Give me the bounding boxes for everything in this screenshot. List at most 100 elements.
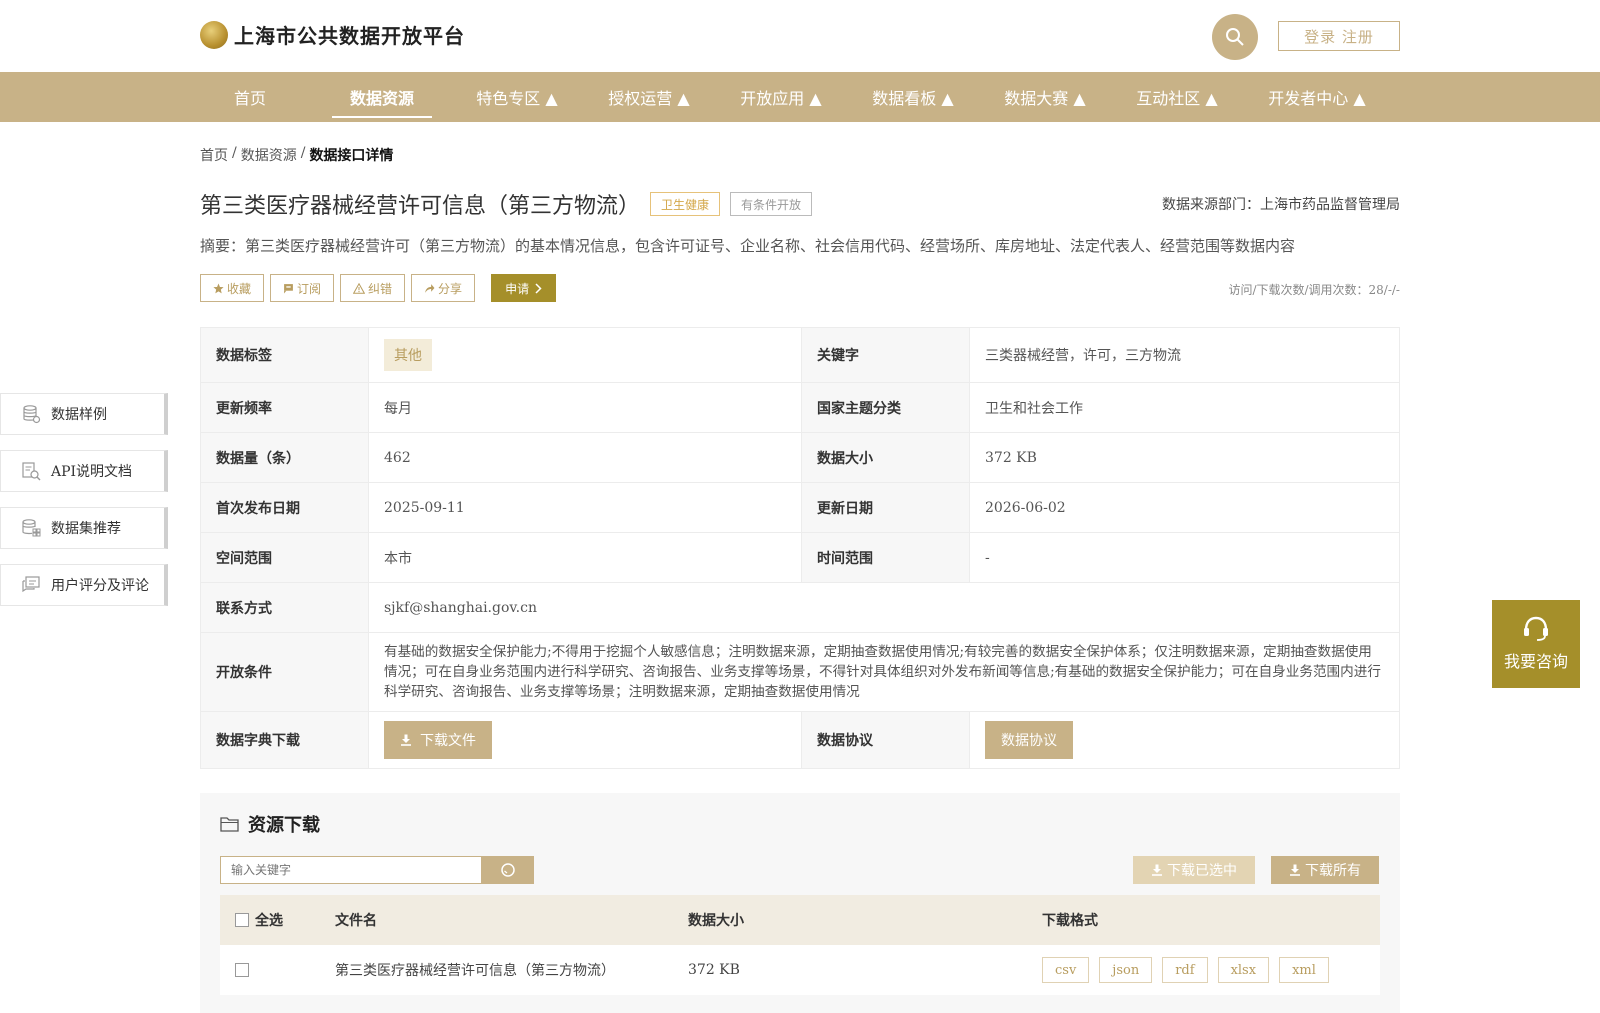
info-row: 数据标签 其他 关键字 三类器械经营，许可，三方物流 [200, 327, 1400, 383]
spatial-range-value: 本市 [368, 532, 802, 583]
report-label: 纠错 [368, 281, 393, 296]
nav-item-special-zone[interactable]: 特色专区 ▲ [462, 72, 572, 122]
breadcrumb-resources[interactable]: 数据资源 [241, 145, 297, 165]
theme-value: 卫生和社会工作 [969, 382, 1400, 433]
open-condition-label: 开放条件 [200, 632, 369, 712]
info-row: 数据量（条） 462 数据大小 372 KB [200, 432, 1400, 483]
side-item-label: API说明文档 [51, 464, 133, 480]
table-row: 第三类医疗器械经营许可信息（第三方物流） 372 KB csv json rdf… [220, 945, 1380, 995]
subscribe-label: 订阅 [297, 281, 322, 296]
data-protocol-button[interactable]: 数据协议 [985, 721, 1073, 759]
format-csv-button[interactable]: csv [1042, 957, 1090, 983]
row-select-cell [235, 945, 255, 995]
resource-download-panel: 资源下载 下载已选中 下载所有 全选 文件名 数据大小 下载格式 第三类医疗器械… [200, 793, 1400, 1013]
update-date-label: 更新日期 [801, 482, 970, 533]
data-size-value: 372 KB [969, 432, 1400, 483]
resource-search-button[interactable] [482, 856, 534, 884]
visit-count: 访问/下载次数/调用次数：28/-/- [1228, 283, 1400, 297]
side-item-ratings-comments[interactable]: 用户评分及评论 [0, 564, 168, 606]
download-selected-label: 下载已选中 [1167, 863, 1237, 879]
info-row: 首次发布日期 2025-09-11 更新日期 2026-06-02 [200, 482, 1400, 533]
format-xlsx-button[interactable]: xlsx [1217, 957, 1270, 983]
site-logo[interactable]: 上海市公共数据开放平台 [200, 20, 465, 49]
search-button[interactable] [1212, 14, 1258, 60]
resource-download-title: 资源下载 [248, 815, 320, 836]
share-arrow-icon [425, 283, 435, 293]
search-icon [1226, 28, 1244, 46]
update-frequency-value: 每月 [368, 382, 802, 433]
login-register-button[interactable]: 登录 注册 [1278, 21, 1400, 51]
share-label: 分享 [438, 281, 463, 296]
download-selected-button[interactable]: 下载已选中 [1133, 856, 1255, 884]
nav-item-open-apps[interactable]: 开放应用 ▲ [726, 72, 836, 122]
side-item-data-sample[interactable]: 数据样例 [0, 393, 168, 435]
update-date-value: 2026-06-02 [969, 482, 1400, 533]
nav-item-developer-center[interactable]: 开发者中心 ▲ [1254, 72, 1380, 122]
category-tag[interactable]: 卫生健康 [650, 192, 721, 216]
data-tag-label: 数据标签 [200, 327, 369, 383]
share-button[interactable]: 分享 [411, 274, 476, 302]
format-json-button[interactable]: json [1099, 957, 1153, 983]
download-file-button[interactable]: 下载文件 [384, 721, 492, 759]
nav-item-community[interactable]: 互动社区 ▲ [1122, 72, 1232, 122]
breadcrumb: 首页 / 数据资源 / 数据接口详情 [200, 145, 393, 165]
keyword-label: 关键字 [801, 327, 970, 383]
consult-button[interactable]: 我要咨询 [1492, 600, 1580, 688]
consult-label: 我要咨询 [1503, 652, 1568, 671]
action-bar: 收藏 订阅 纠错 分享 申请 [200, 274, 557, 302]
format-header: 下载格式 [1042, 913, 1098, 929]
report-error-button[interactable]: 纠错 [340, 274, 406, 302]
nav-item-data-resources[interactable]: 数据资源 [332, 72, 432, 122]
side-item-api-docs[interactable]: API说明文档 [0, 450, 168, 492]
first-publish-value: 2025-09-11 [368, 482, 802, 533]
format-xml-button[interactable]: xml [1279, 957, 1329, 983]
breadcrumb-home[interactable]: 首页 [200, 145, 228, 165]
resource-search-input[interactable] [220, 856, 482, 884]
open-type-tag: 有条件开放 [730, 192, 813, 216]
spatial-range-label: 空间范围 [200, 532, 369, 583]
theme-label: 国家主题分类 [801, 382, 970, 433]
favorite-button[interactable]: 收藏 [200, 274, 265, 302]
format-rdf-button[interactable]: rdf [1162, 957, 1208, 983]
apply-label: 申请 [505, 281, 530, 296]
database-icon [23, 405, 41, 424]
contact-label: 联系方式 [200, 582, 369, 633]
download-icon [1290, 864, 1300, 876]
download-file-label: 下载文件 [420, 733, 476, 749]
select-all-checkbox[interactable] [235, 913, 249, 927]
download-icon [401, 734, 411, 746]
data-size-label: 数据大小 [801, 432, 970, 483]
search-icon [501, 863, 515, 877]
breadcrumb-separator: / [300, 145, 306, 161]
favorite-label: 收藏 [227, 281, 252, 296]
open-condition-value: 有基础的数据安全保护能力;不得用于挖掘个人敏感信息；注明数据来源，定期抽查数据使… [368, 632, 1400, 712]
nav-item-authorized-operation[interactable]: 授权运营 ▲ [594, 72, 704, 122]
breadcrumb-separator: / [232, 145, 237, 161]
nav-item-contest[interactable]: 数据大赛 ▲ [990, 72, 1100, 122]
row-checkbox[interactable] [235, 963, 249, 977]
data-tag-badge[interactable]: 其他 [384, 339, 432, 371]
dataset-title-row: 第三类医疗器械经营许可信息（第三方物流） 卫生健康 有条件开放 数据来源部门：上… [200, 188, 1400, 222]
apply-button[interactable]: 申请 [491, 274, 557, 302]
nav-item-dashboard[interactable]: 数据看板 ▲ [858, 72, 968, 122]
file-name: 第三类医疗器械经营许可信息（第三方物流） [335, 963, 615, 979]
select-all-label: 全选 [255, 913, 283, 929]
select-all-cell: 全选 [235, 895, 283, 945]
resource-table-header: 全选 文件名 数据大小 下载格式 [220, 895, 1380, 945]
time-range-value: - [969, 532, 1400, 583]
download-all-label: 下载所有 [1305, 863, 1361, 879]
side-item-dataset-recommend[interactable]: 数据集推荐 [0, 507, 168, 549]
size-header: 数据大小 [688, 913, 744, 929]
download-all-button[interactable]: 下载所有 [1271, 856, 1379, 884]
breadcrumb-current: 数据接口详情 [309, 148, 394, 164]
bookmark-flag-icon [284, 283, 293, 293]
info-row: 联系方式 sjkf@shanghai.gov.cn [200, 582, 1400, 633]
site-header: 上海市公共数据开放平台 登录 注册 [0, 0, 1600, 72]
logo-emblem-icon [200, 20, 228, 49]
dataset-summary: 摘要：第三类医疗器械经营许可（第三方物流）的基本情况信息，包含许可证号、企业名称… [200, 237, 1296, 255]
search-document-icon [22, 462, 41, 481]
subscribe-button[interactable]: 订阅 [270, 274, 335, 302]
download-icon [1152, 864, 1162, 876]
main-nav: 首页 数据资源 特色专区 ▲ 授权运营 ▲ 开放应用 ▲ 数据看板 ▲ 数据大赛… [0, 72, 1600, 122]
nav-item-home[interactable]: 首页 [212, 72, 288, 122]
